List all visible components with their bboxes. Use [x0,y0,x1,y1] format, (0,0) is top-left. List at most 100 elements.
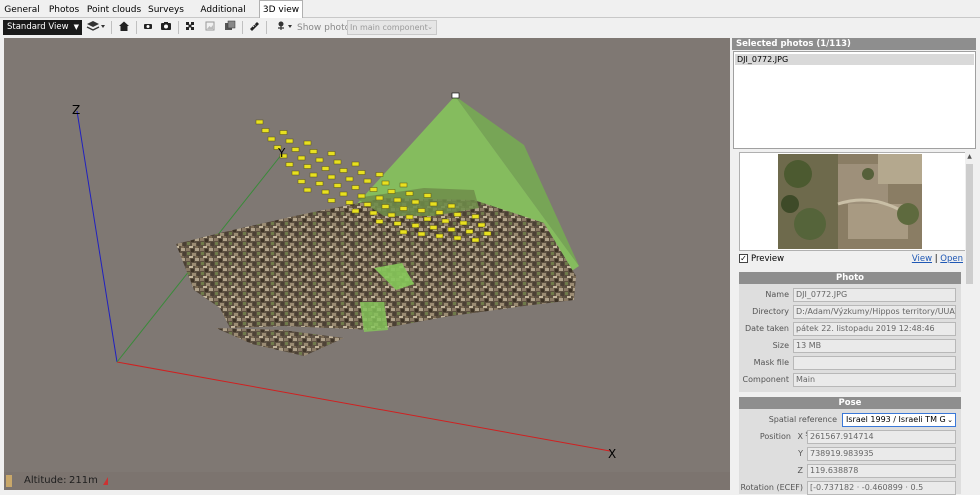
camera-marker[interactable] [291,170,300,176]
camera-marker[interactable] [351,185,360,190]
camera-marker[interactable] [255,119,264,125]
directory-field[interactable]: D:/Adam/Výzkumy/Hippos territory/UUAW/! [793,305,956,319]
tab-surveys[interactable]: Surveys [145,2,187,18]
camera-marker[interactable] [327,151,336,156]
camera-marker[interactable] [345,200,354,205]
camera-marker[interactable] [411,199,420,205]
frames-icon[interactable] [222,20,238,35]
camera-marker[interactable] [399,206,408,211]
component-select[interactable]: In main component ⌄ [347,20,437,35]
camera-marker[interactable] [309,172,318,178]
camera-marker[interactable] [327,174,336,180]
camera-marker[interactable] [369,187,378,192]
selected-camera-marker[interactable] [451,92,460,99]
camera-marker[interactable] [369,210,378,216]
camera-marker[interactable] [375,172,384,177]
camera-marker[interactable] [375,195,384,201]
size-field[interactable]: 13 MB [793,339,956,353]
checker-icon[interactable] [182,20,198,35]
camera-marker[interactable] [471,237,480,243]
name-field[interactable]: DJI_0772.JPG [793,288,956,302]
camera-marker[interactable] [285,138,294,144]
preview-checkbox[interactable]: ✓ [739,254,748,263]
camera-marker[interactable] [435,233,444,239]
tab-point-clouds[interactable]: Point clouds [84,2,144,18]
camera-marker[interactable] [309,149,318,154]
camera-marker[interactable] [399,182,408,188]
camera-marker[interactable] [423,216,432,222]
camera-marker[interactable] [471,214,480,219]
tab-photos[interactable]: Photos [45,2,83,18]
tab-additional-data[interactable]: Additional data [188,2,258,30]
camera-marker[interactable] [441,218,450,224]
mask-file-field[interactable] [793,356,956,370]
tab-3d-view[interactable]: 3D view [259,0,303,19]
camera-marker[interactable] [387,189,396,194]
camera-marker[interactable] [387,212,396,218]
camera-marker[interactable] [405,191,414,196]
camera-marker[interactable] [477,222,486,228]
camera-marker[interactable] [447,203,456,209]
camera-icon[interactable] [158,20,174,35]
selected-photos-list[interactable]: DJI_0772.JPG [733,51,976,149]
show-photos-toggle-icon[interactable] [275,20,295,35]
camera-marker[interactable] [333,159,342,165]
list-item[interactable]: DJI_0772.JPG [735,54,974,65]
scroll-up-icon[interactable]: ▲ [965,152,974,162]
image-icon[interactable] [202,20,218,35]
camera-marker[interactable] [321,166,330,171]
camera-marker[interactable] [303,187,312,193]
camera-marker[interactable] [453,212,462,217]
camera-marker[interactable] [363,202,372,207]
camera-marker[interactable] [429,225,438,230]
position-y-field[interactable]: 738919.983935 [807,447,956,461]
camera-marker[interactable] [315,181,324,186]
srs-select[interactable]: Israel 1993 / Israeli TM Gr ⌄ [842,413,956,427]
camera-small-icon[interactable] [140,20,156,35]
camera-marker[interactable] [303,140,312,146]
camera-marker[interactable] [357,193,366,199]
right-panel-scrollbar[interactable]: ▲ [965,152,974,494]
camera-marker[interactable] [393,221,402,226]
camera-marker[interactable] [321,189,330,195]
ruler-icon[interactable] [246,20,262,35]
camera-marker[interactable] [363,178,372,184]
scene-canvas[interactable]: Z Y X [4,38,730,490]
component-field[interactable]: Main [793,373,956,387]
camera-marker[interactable] [315,157,324,163]
camera-marker[interactable] [291,147,300,152]
date-taken-field[interactable]: pátek 22. listopadu 2019 12:48:46 [793,322,956,336]
camera-marker[interactable] [417,231,426,237]
3d-viewport[interactable]: Z Y X [4,38,730,490]
camera-marker[interactable] [261,128,270,133]
camera-marker[interactable] [267,136,276,142]
camera-marker[interactable] [357,170,366,175]
camera-marker[interactable] [435,210,444,215]
camera-marker[interactable] [351,208,360,214]
layers-icon[interactable] [85,20,107,35]
camera-marker[interactable] [417,208,426,213]
home-icon[interactable] [116,20,132,35]
camera-marker[interactable] [411,223,420,228]
camera-marker[interactable] [297,155,306,161]
camera-marker[interactable] [285,162,294,167]
position-z-field[interactable]: 119.638878 [807,464,956,478]
camera-marker[interactable] [339,191,348,197]
camera-marker[interactable] [297,179,306,184]
tab-general[interactable]: General [0,2,44,18]
camera-marker[interactable] [375,219,384,224]
view-link[interactable]: View [912,254,932,264]
camera-marker[interactable] [447,227,456,232]
camera-marker[interactable] [465,229,474,234]
camera-marker[interactable] [393,197,402,203]
camera-marker[interactable] [459,220,468,226]
camera-marker[interactable] [333,183,342,188]
scrollbar-thumb[interactable] [966,164,973,284]
camera-marker[interactable] [405,214,414,220]
camera-marker[interactable] [453,235,462,241]
camera-marker[interactable] [279,130,288,135]
open-link[interactable]: Open [940,254,963,264]
camera-marker[interactable] [381,180,390,186]
camera-marker[interactable] [429,201,438,207]
camera-marker[interactable] [399,229,408,235]
